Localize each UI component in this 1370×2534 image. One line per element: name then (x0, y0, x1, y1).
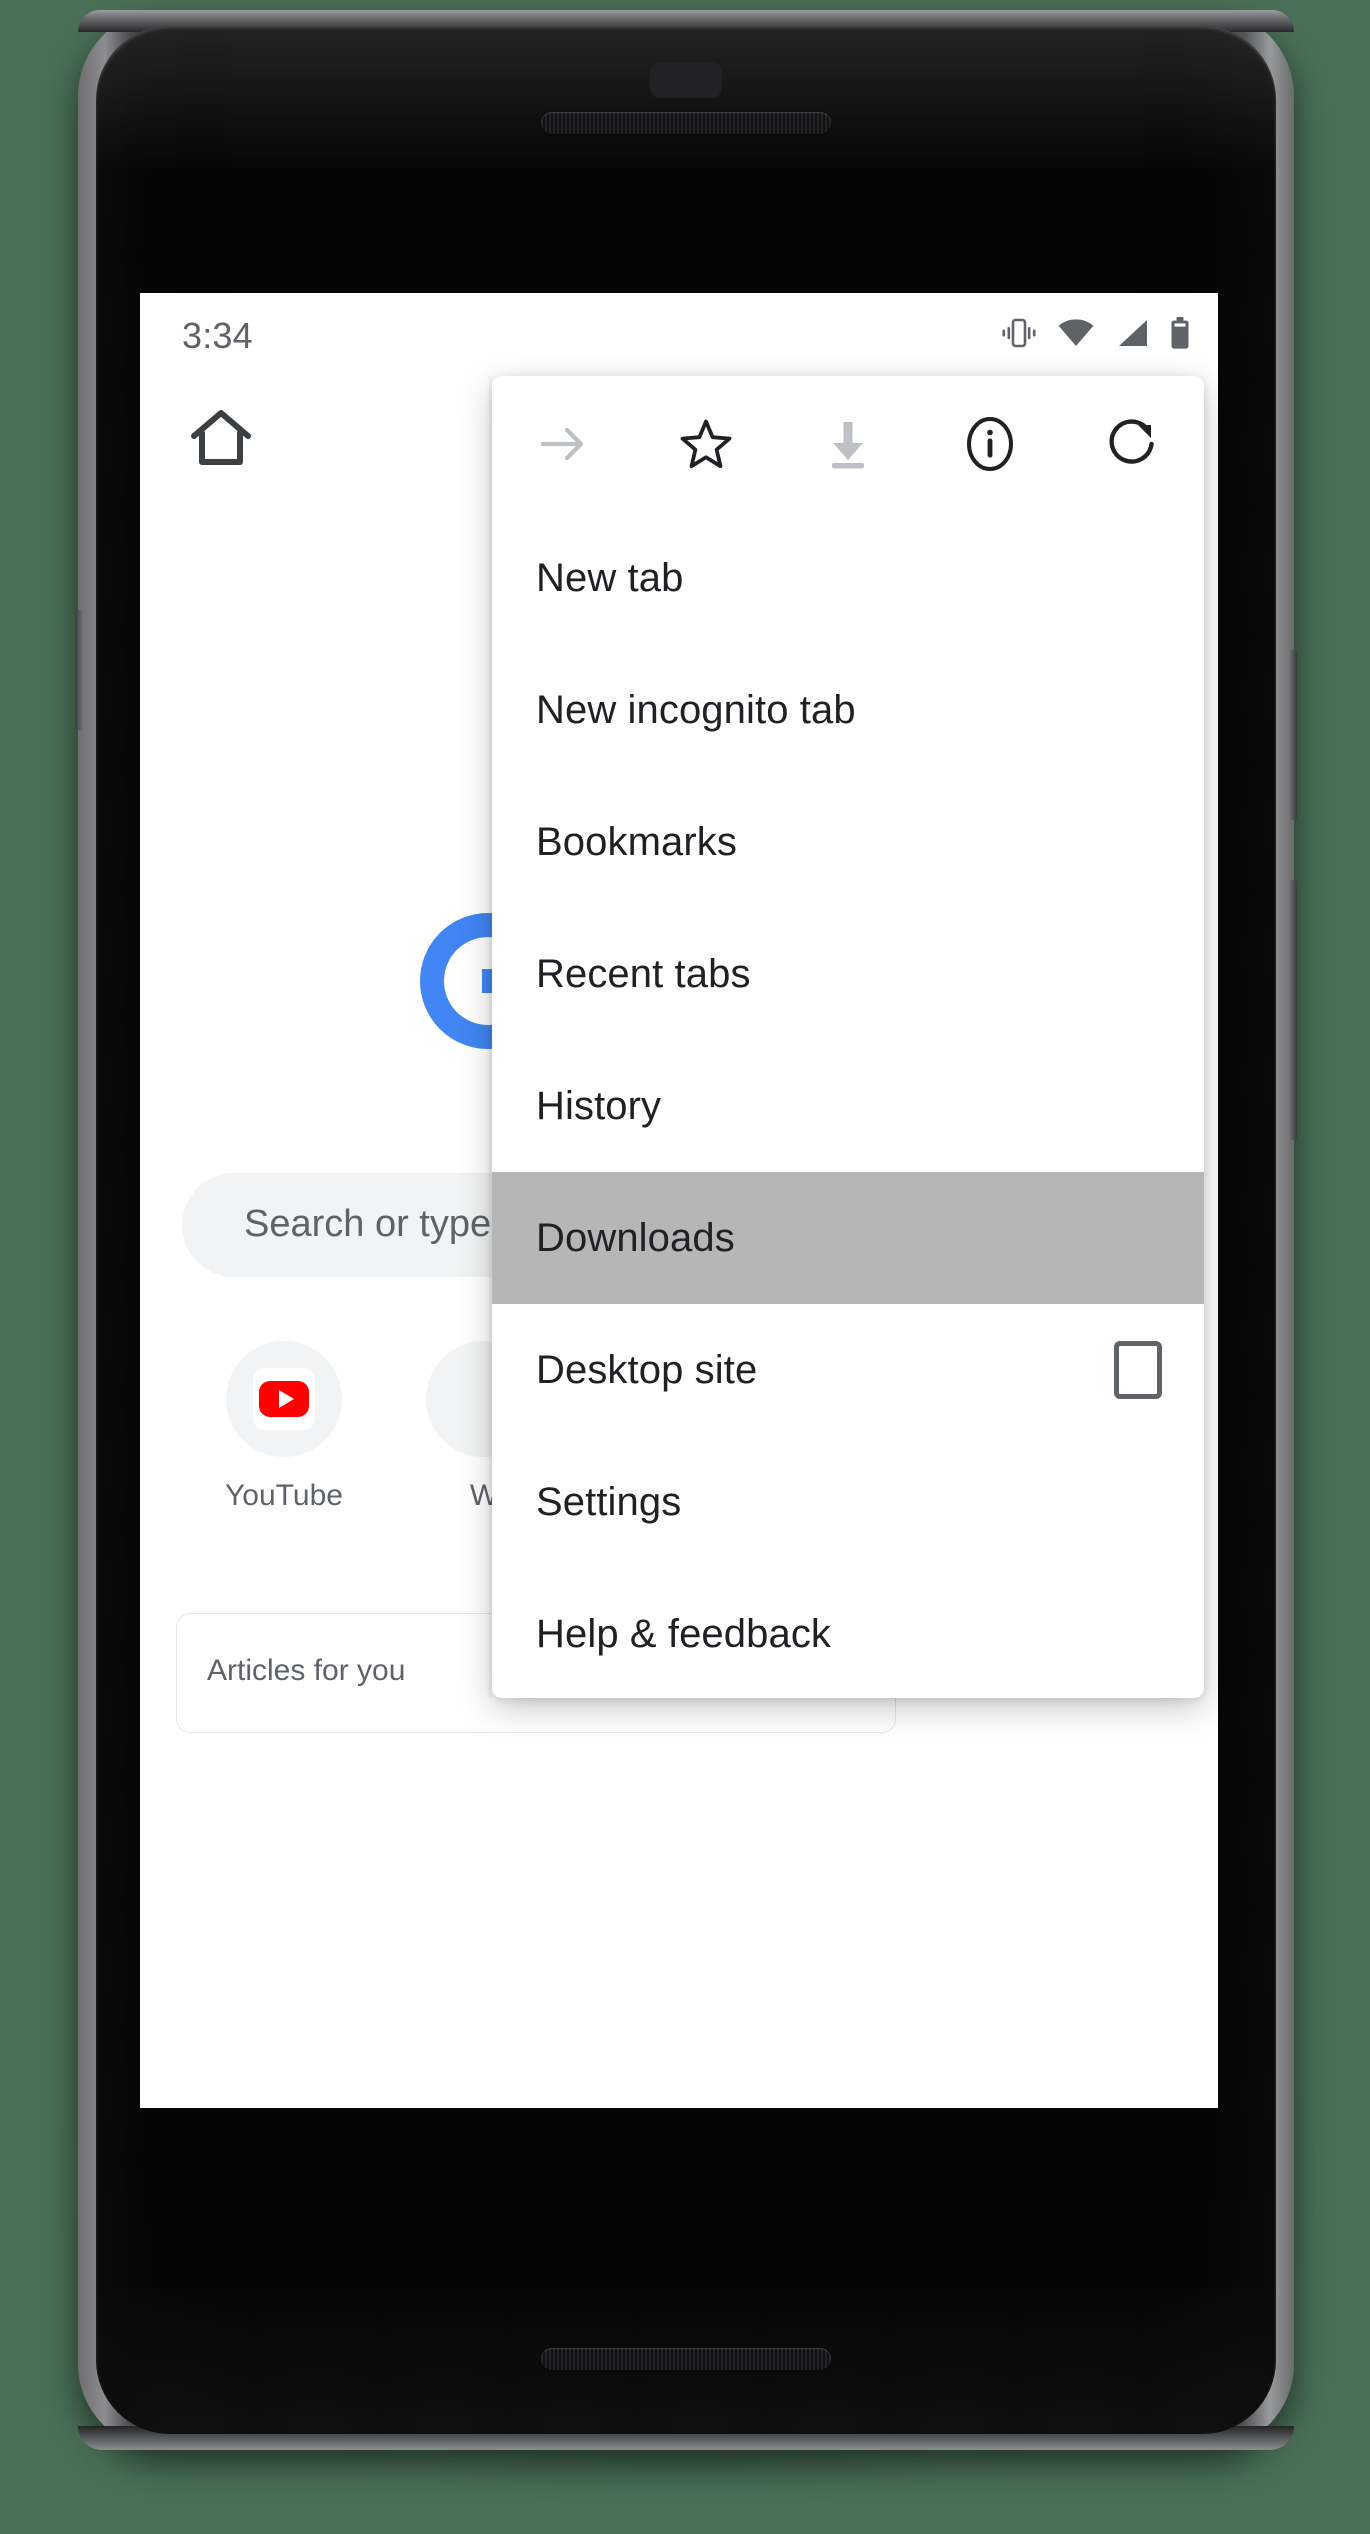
battery-icon (1170, 317, 1190, 349)
menu-item-label: New incognito tab (536, 687, 856, 732)
menu-item-label: New tab (536, 555, 684, 600)
status-bar: 3:34 (140, 293, 1218, 373)
left-side-button[interactable] (75, 610, 84, 730)
signal-icon (1116, 319, 1148, 347)
tile-youtube[interactable]: YouTube (184, 1341, 384, 1513)
menu-item-help-and-feedback[interactable]: Help & feedback (492, 1568, 1204, 1700)
page-info-icon (967, 417, 1014, 471)
earpiece-speaker (541, 112, 831, 134)
download-button[interactable] (777, 376, 919, 512)
reload-icon (1109, 419, 1154, 464)
download-icon (832, 422, 865, 469)
status-bar-icons (1002, 317, 1190, 349)
app-menu-items: New tab New incognito tab Bookmarks Rece… (492, 512, 1204, 1700)
youtube-icon (253, 1368, 315, 1430)
bookmark-button[interactable] (634, 376, 776, 512)
app-menu-icon-row (492, 376, 1204, 512)
phone-screen: 3:34 Search or type YouTube W Articles f… (140, 293, 1218, 2108)
forward-icon (541, 427, 584, 461)
tile-icon-wrap (226, 1341, 342, 1457)
menu-item-label: History (536, 1083, 662, 1128)
menu-item-new-tab[interactable]: New tab (492, 512, 1204, 644)
menu-item-settings[interactable]: Settings (492, 1436, 1204, 1568)
search-input-placeholder: Search or type (244, 1203, 492, 1245)
app-menu-popup: New tab New incognito tab Bookmarks Rece… (492, 376, 1204, 1698)
glass-gloss (96, 26, 1276, 176)
menu-item-label: Bookmarks (536, 819, 737, 864)
menu-item-label: Help & feedback (536, 1611, 832, 1656)
star-icon (680, 419, 732, 469)
reload-button[interactable] (1062, 376, 1204, 512)
tile-label: YouTube (225, 1479, 343, 1512)
wifi-icon (1058, 319, 1094, 347)
power-button[interactable] (1288, 650, 1297, 820)
menu-item-label: Downloads (536, 1215, 735, 1260)
menu-item-downloads[interactable]: Downloads (492, 1172, 1204, 1304)
vibrate-icon (1002, 318, 1036, 348)
menu-item-desktop-site[interactable]: Desktop site (492, 1304, 1204, 1436)
bottom-speaker (541, 2348, 831, 2370)
top-notch-tab (650, 62, 722, 98)
desktop-site-checkbox[interactable] (1114, 1341, 1162, 1399)
menu-item-label: Desktop site (536, 1347, 758, 1392)
articles-for-you-title: Articles for you (207, 1654, 406, 1687)
status-bar-clock: 3:34 (182, 315, 253, 356)
menu-item-new-incognito-tab[interactable]: New incognito tab (492, 644, 1204, 776)
menu-item-bookmarks[interactable]: Bookmarks (492, 776, 1204, 908)
forward-button[interactable] (492, 376, 634, 512)
home-button[interactable] (183, 400, 259, 476)
menu-item-label: Settings (536, 1479, 682, 1524)
menu-item-label: Recent tabs (536, 951, 751, 996)
home-icon (191, 410, 251, 465)
page-info-button[interactable] (919, 376, 1061, 512)
menu-item-history[interactable]: History (492, 1040, 1204, 1172)
volume-button[interactable] (1288, 880, 1297, 1140)
menu-item-recent-tabs[interactable]: Recent tabs (492, 908, 1204, 1040)
screenshot-root: 3:34 Search or type YouTube W Articles f… (0, 0, 1370, 2534)
